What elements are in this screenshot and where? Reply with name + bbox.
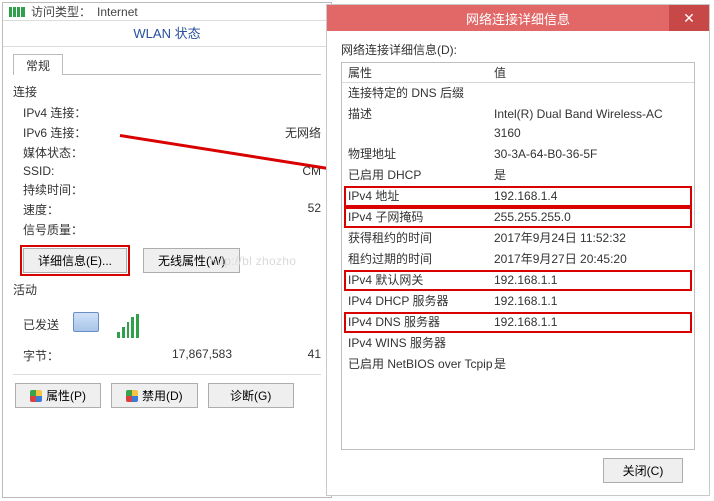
speed-label: 速度： [23, 201, 123, 218]
signal-value [123, 221, 321, 238]
bytes-sent-value: 17,867,583 [123, 347, 281, 364]
details-row-value: Intel(R) Dual Band Wireless-AC 3160 [494, 105, 688, 143]
access-type-label: 访问类型： [31, 3, 91, 20]
details-row-value: 是 [494, 355, 688, 374]
details-row-property: 获得租约的时间 [348, 229, 494, 248]
details-row-property: 已启用 NetBIOS over Tcpip [348, 355, 494, 374]
details-row-property: IPv4 子网掩码 [348, 208, 494, 227]
ssid-value: CM [123, 164, 321, 178]
watermark-text: http://bl zhozho [210, 254, 296, 268]
details-row-property: 已启用 DHCP [348, 166, 494, 185]
col-value: 值 [494, 64, 688, 81]
activity-sent-label: 已发送 [23, 316, 59, 333]
network-details-window: 网络连接详细信息 ✕ 网络连接详细信息(D): 属性 值 连接特定的 DNS 后… [326, 4, 710, 496]
details-row[interactable]: 已启用 DHCP是 [342, 165, 694, 186]
section-activity: 活动 [13, 281, 321, 298]
bytes-label: 字节： [23, 347, 123, 364]
details-row-value [494, 334, 688, 353]
ipv4-conn-value [123, 104, 321, 121]
close-dialog-button[interactable]: 关闭(C) [603, 458, 683, 483]
activity-icon [73, 304, 141, 344]
wlan-top-bar: 访问类型： Internet [3, 3, 331, 21]
details-row-value: 192.168.1.1 [494, 313, 688, 332]
ipv6-conn-label: IPv6 连接： [23, 124, 123, 141]
details-row-value: 2017年9月24日 11:52:32 [494, 229, 688, 248]
details-window-title: 网络连接详细信息 [327, 9, 709, 28]
details-row-value: 是 [494, 166, 688, 185]
diagnose-button[interactable]: 诊断(G) [208, 383, 294, 408]
signal-bars-icon [117, 314, 139, 338]
bytes-recv-value: 41 [281, 347, 321, 364]
details-row-value [494, 84, 688, 103]
details-row-property: IPv4 DHCP 服务器 [348, 292, 494, 311]
details-row[interactable]: IPv4 DHCP 服务器192.168.1.1 [342, 291, 694, 312]
col-property: 属性 [348, 64, 494, 81]
details-row-property: IPv4 默认网关 [348, 271, 494, 290]
details-row-value: 192.168.1.1 [494, 271, 688, 290]
close-icon: ✕ [683, 10, 695, 27]
disable-button[interactable]: 禁用(D) [111, 383, 198, 408]
details-row-property: IPv4 WINS 服务器 [348, 334, 494, 353]
shield-icon [126, 390, 138, 402]
details-row[interactable]: IPv4 DNS 服务器192.168.1.1 [342, 312, 694, 333]
details-row-property: IPv4 DNS 服务器 [348, 313, 494, 332]
tab-general[interactable]: 常规 [13, 54, 63, 75]
speed-value: 52 [123, 201, 321, 218]
shield-icon [30, 390, 42, 402]
monitor-icon [73, 312, 99, 332]
details-row-property: 物理地址 [348, 145, 494, 164]
details-row-property: 租约过期的时间 [348, 250, 494, 269]
details-row[interactable]: 租约过期的时间2017年9月27日 20:45:20 [342, 249, 694, 270]
wlan-window-title: WLAN 状态 [3, 21, 331, 47]
signal-label: 信号质量： [23, 221, 123, 238]
details-row[interactable]: 连接特定的 DNS 后缀 [342, 83, 694, 104]
duration-label: 持续时间： [23, 181, 123, 198]
details-row-property: 描述 [348, 105, 494, 143]
details-row-value: 30-3A-64-B0-36-5F [494, 145, 688, 164]
details-row-property: IPv4 地址 [348, 187, 494, 206]
details-row[interactable]: 物理地址30-3A-64-B0-36-5F [342, 144, 694, 165]
wlan-status-window: 访问类型： Internet WLAN 状态 常规 连接 IPv4 连接： IP… [2, 2, 332, 498]
details-row-value: 255.255.255.0 [494, 208, 688, 227]
wifi-signal-icon [9, 7, 25, 17]
details-row[interactable]: 描述Intel(R) Dual Band Wireless-AC 3160 [342, 104, 694, 144]
details-list-label: 网络连接详细信息(D): [341, 41, 695, 58]
details-row-value: 2017年9月27日 20:45:20 [494, 250, 688, 269]
section-connection: 连接 [13, 83, 321, 100]
details-row-property: 连接特定的 DNS 后缀 [348, 84, 494, 103]
details-row[interactable]: IPv4 地址192.168.1.4 [342, 186, 694, 207]
details-row[interactable]: IPv4 子网掩码255.255.255.0 [342, 207, 694, 228]
tab-strip: 常规 [13, 53, 321, 75]
close-button[interactable]: ✕ [669, 5, 709, 31]
ssid-label: SSID: [23, 164, 123, 178]
details-list[interactable]: 属性 值 连接特定的 DNS 后缀描述Intel(R) Dual Band Wi… [341, 62, 695, 450]
details-row-value: 192.168.1.1 [494, 292, 688, 311]
details-row-value: 192.168.1.4 [494, 187, 688, 206]
properties-button[interactable]: 属性(P) [15, 383, 101, 408]
details-row[interactable]: IPv4 默认网关192.168.1.1 [342, 270, 694, 291]
details-titlebar: 网络连接详细信息 ✕ [327, 5, 709, 31]
details-row[interactable]: IPv4 WINS 服务器 [342, 333, 694, 354]
access-type-value: Internet [97, 5, 138, 19]
ipv4-conn-label: IPv4 连接： [23, 104, 123, 121]
details-row[interactable]: 获得租约的时间2017年9月24日 11:52:32 [342, 228, 694, 249]
details-row[interactable]: 已启用 NetBIOS over Tcpip是 [342, 354, 694, 375]
details-list-header: 属性 值 [342, 63, 694, 83]
media-state-label: 媒体状态： [23, 144, 123, 161]
duration-value [123, 181, 321, 198]
details-button[interactable]: 详细信息(E)... [23, 248, 127, 273]
